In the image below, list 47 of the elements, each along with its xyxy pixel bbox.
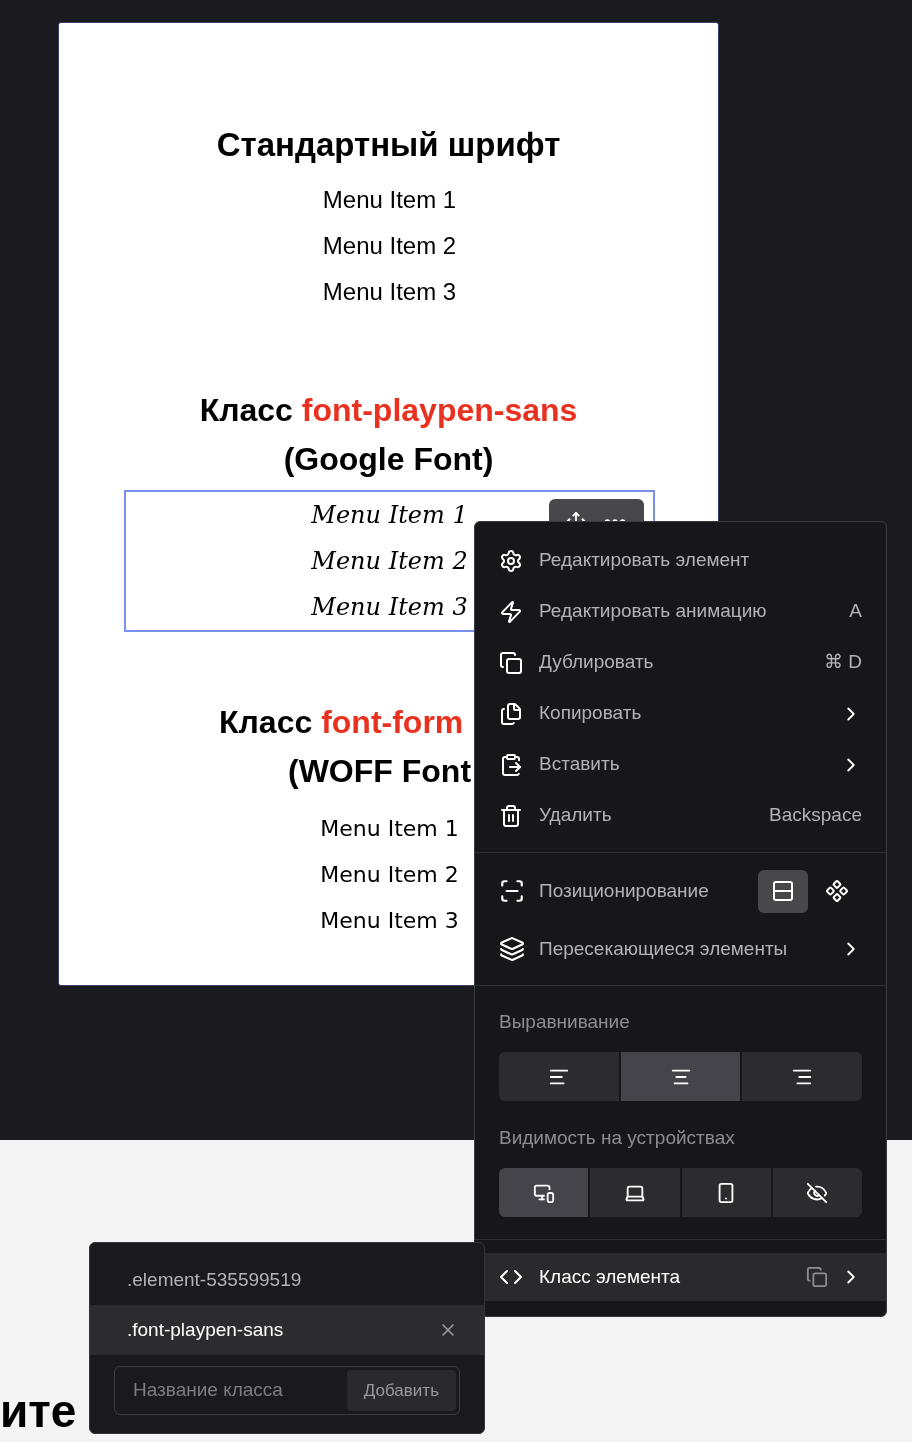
shortcut-text: ⌘ D <box>824 650 862 675</box>
menu-item[interactable]: Вставить <box>475 739 886 790</box>
visibility-option[interactable] <box>772 1168 862 1217</box>
menu-item-icon <box>499 650 523 675</box>
menu-item-icon <box>499 548 523 573</box>
menu-item-text: Menu Item 3 <box>311 592 468 623</box>
alignment-label: Выравнивание <box>499 1010 631 1034</box>
visibility-option[interactable] <box>590 1168 680 1217</box>
menu-item-icon <box>499 701 523 726</box>
visibility-option[interactable] <box>681 1168 771 1217</box>
menu-item-text: Menu Item 1 <box>320 814 459 843</box>
layers-icon <box>499 936 525 962</box>
positioning-toggle[interactable] <box>758 869 808 913</box>
menu-item-text: Menu Item 1 <box>311 500 468 531</box>
menu-item-text: Menu Item 2 <box>311 546 468 577</box>
section-subtitle: (Google Font) <box>283 441 494 477</box>
menu-item-icon <box>499 803 523 828</box>
shortcut-text: A <box>849 599 862 624</box>
rows-icon <box>771 879 795 903</box>
section-title: Класс font-playpen-sans <box>199 392 578 428</box>
menu-item[interactable]: Редактировать элемент <box>475 535 886 586</box>
shortcut-text: Backspace <box>769 803 862 828</box>
menu-item-text: Menu Item 2 <box>320 860 459 889</box>
add-button[interactable]: Добавить <box>346 1370 456 1411</box>
eye-off-icon <box>806 1181 829 1204</box>
page-heading-fragment: ите <box>0 1386 77 1436</box>
menu-item[interactable]: Копировать <box>475 688 886 739</box>
menu-item[interactable]: Удалить Backspace <box>475 790 886 841</box>
section-subtitle: (WOFF Font <box>288 753 472 789</box>
menu-item[interactable]: Редактировать анимацию A <box>475 586 886 637</box>
class-item[interactable]: .font-playpen-sans <box>90 1305 484 1355</box>
menu-item-text: Menu Item 2 <box>322 231 457 261</box>
menu-item-icon <box>499 599 523 624</box>
menu-item-text: Menu Item 3 <box>320 906 459 935</box>
positioning-label: Позиционирование <box>539 878 710 903</box>
menu-item[interactable]: Дублировать ⌘ D <box>475 637 886 688</box>
section-title: Класс font-form <box>219 704 464 740</box>
menu-item-text: Menu Item 1 <box>322 185 457 215</box>
visibility-option[interactable] <box>499 1168 589 1217</box>
section-title: Стандартный шрифт <box>215 125 562 165</box>
menu-item-icon <box>499 752 523 777</box>
class-name-field[interactable]: Название класса Добавить <box>114 1366 460 1415</box>
visibility-label: Видимость на устройствах <box>499 1126 736 1150</box>
menu-item-text: Menu Item 3 <box>322 277 457 307</box>
copy-icon <box>806 1266 828 1288</box>
nodes-icon <box>825 879 849 903</box>
menu-item[interactable]: Пересекающиеся элементы <box>475 921 886 977</box>
